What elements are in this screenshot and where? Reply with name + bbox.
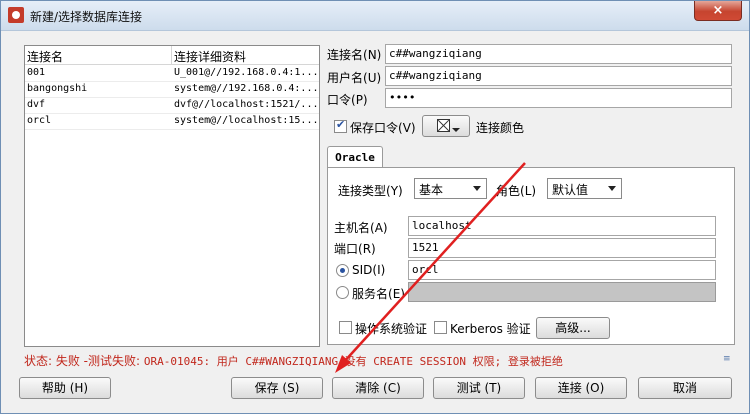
port-input[interactable]: 1521: [408, 238, 716, 258]
column-header-details[interactable]: 连接详细资料: [174, 48, 246, 65]
save-button[interactable]: 保存 (S): [231, 377, 323, 399]
connection-color-label: 连接颜色: [476, 121, 525, 135]
conn-name-input[interactable]: c##wangziqiang: [385, 44, 732, 64]
connection-row[interactable]: bangongshi system@//192.168.0.4:...: [25, 82, 319, 98]
test-button[interactable]: 测试 (T): [433, 377, 525, 399]
conn-type-value: 基本: [419, 183, 444, 197]
sid-radio[interactable]: [336, 264, 349, 277]
service-name-label: 服务名(E): [352, 287, 405, 301]
status-message: 状态: 失败 -测试失败: ORA-01045: 用户 C##WANGZIQIA…: [24, 352, 563, 369]
connection-name: 001: [27, 67, 46, 78]
username-input[interactable]: c##wangziqiang: [385, 66, 732, 86]
status-detail-icon[interactable]: ≡: [723, 354, 735, 364]
connection-row[interactable]: 001 U_001@//192.168.0.4:1...: [25, 66, 319, 82]
connection-name: orcl: [27, 115, 52, 126]
role-value: 默认值: [552, 183, 589, 197]
connection-name: dvf: [27, 99, 46, 110]
save-password-checkbox[interactable]: [334, 118, 347, 133]
app-icon: [8, 7, 24, 23]
connection-row[interactable]: orcl system@//localhost:15...: [25, 114, 319, 130]
username-label: 用户名(U): [327, 71, 382, 85]
conn-type-label: 连接类型(Y): [338, 184, 403, 198]
role-select[interactable]: 默认值: [547, 178, 622, 199]
tab-oracle[interactable]: Oracle: [327, 146, 383, 168]
connection-list: 连接名 连接详细资料 001 U_001@//192.168.0.4:1... …: [24, 45, 320, 347]
column-header-name[interactable]: 连接名: [27, 48, 63, 65]
chevron-down-icon: [473, 186, 481, 191]
service-name-input: [408, 282, 716, 302]
connection-details: dvf@//localhost:1521/...: [174, 99, 317, 110]
conn-type-select[interactable]: 基本: [414, 178, 487, 199]
os-auth-checkbox[interactable]: [339, 321, 352, 334]
port-label: 端口(R): [334, 242, 376, 256]
chevron-down-icon: [608, 186, 616, 191]
window-title: 新建/选择数据库连接: [30, 10, 143, 24]
host-label: 主机名(A): [334, 221, 388, 235]
password-label: 口令(P): [327, 93, 368, 107]
conn-name-label: 连接名(N): [327, 48, 382, 62]
role-label: 角色(L): [496, 184, 537, 198]
status-error-text: ORA-01045: 用户 C##WANGZIQIANG 没有 CREATE S…: [143, 355, 563, 368]
color-swatch-icon: [437, 119, 450, 132]
connection-details: U_001@//192.168.0.4:1...: [174, 67, 317, 78]
connection-color-button[interactable]: [422, 115, 470, 137]
connection-details: system@//192.168.0.4:...: [174, 83, 317, 94]
status-prefix: 状态: 失败 -测试失败:: [24, 354, 144, 368]
kerberos-label: Kerberos 验证: [450, 322, 531, 336]
sid-label: SID(I): [352, 263, 386, 277]
column-divider[interactable]: [171, 46, 172, 65]
host-input[interactable]: localhost: [408, 216, 716, 236]
clear-button[interactable]: 清除 (C): [332, 377, 424, 399]
cancel-button[interactable]: 取消: [638, 377, 732, 399]
sid-input[interactable]: orcl: [408, 260, 716, 280]
connection-list-header: 连接名 连接详细资料: [25, 46, 319, 65]
connection-details: system@//localhost:15...: [174, 115, 317, 126]
os-auth-label: 操作系统验证: [355, 322, 428, 336]
connection-row[interactable]: dvf dvf@//localhost:1521/...: [25, 98, 319, 114]
connect-button[interactable]: 连接 (O): [535, 377, 627, 399]
save-password-label: 保存口令(V): [350, 121, 416, 135]
advanced-button[interactable]: 高级...: [536, 317, 610, 339]
title-bar: 新建/选择数据库连接 ×: [1, 1, 749, 31]
close-button[interactable]: ×: [694, 1, 742, 21]
kerberos-checkbox[interactable]: [434, 321, 447, 334]
new-connection-dialog: 新建/选择数据库连接 × 连接名 连接详细资料 001 U_001@//192.…: [0, 0, 750, 414]
connection-name: bangongshi: [27, 83, 88, 94]
help-button[interactable]: 帮助 (H): [19, 377, 111, 399]
password-input[interactable]: ••••: [385, 88, 732, 108]
dropdown-arrow-icon: [452, 128, 460, 132]
service-name-radio[interactable]: [336, 286, 349, 299]
